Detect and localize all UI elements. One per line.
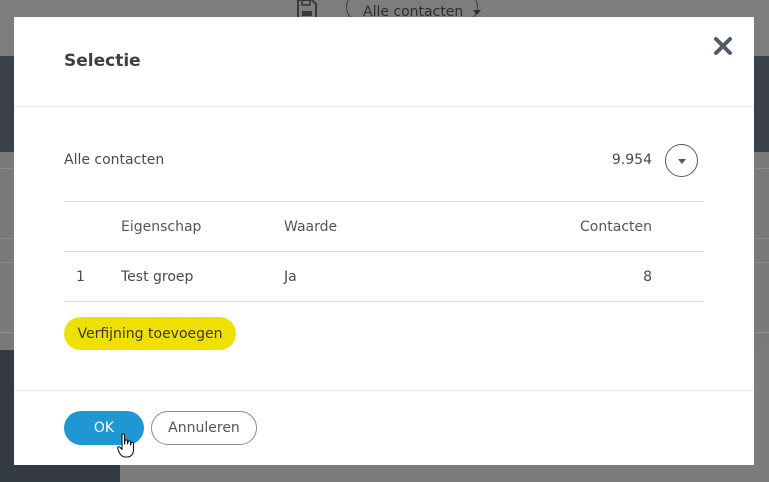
caret-down-icon: [473, 9, 482, 15]
table-divider: [64, 301, 704, 302]
row-index: 1: [76, 269, 85, 285]
summary-count: 9.954: [611, 152, 652, 168]
row-property: Test groep: [121, 269, 194, 285]
row-contacts: 8: [643, 269, 652, 285]
column-header-property: Eigenschap: [121, 219, 202, 235]
close-icon[interactable]: [712, 35, 734, 57]
dialog-title: Selectie: [64, 51, 141, 71]
add-refinement-button[interactable]: Verfijning toevoegen: [64, 317, 236, 350]
row-value: Ja: [284, 269, 297, 285]
hand-cursor-icon: [117, 433, 135, 458]
column-header-contacts: Contacten: [580, 219, 652, 235]
cancel-button[interactable]: Annuleren: [151, 411, 257, 445]
floppy-disk-icon[interactable]: [296, 0, 318, 18]
expand-button[interactable]: [665, 144, 698, 177]
summary-label: Alle contacten: [64, 152, 165, 168]
column-header-value: Waarde: [284, 219, 338, 235]
table-divider: [64, 251, 704, 252]
dialog-header: Selectie: [14, 17, 754, 107]
chevron-down-icon: [678, 159, 686, 164]
table-divider: [64, 201, 704, 202]
selection-dialog: Selectie Alle contacten 9.954 Eigenschap…: [14, 17, 754, 465]
